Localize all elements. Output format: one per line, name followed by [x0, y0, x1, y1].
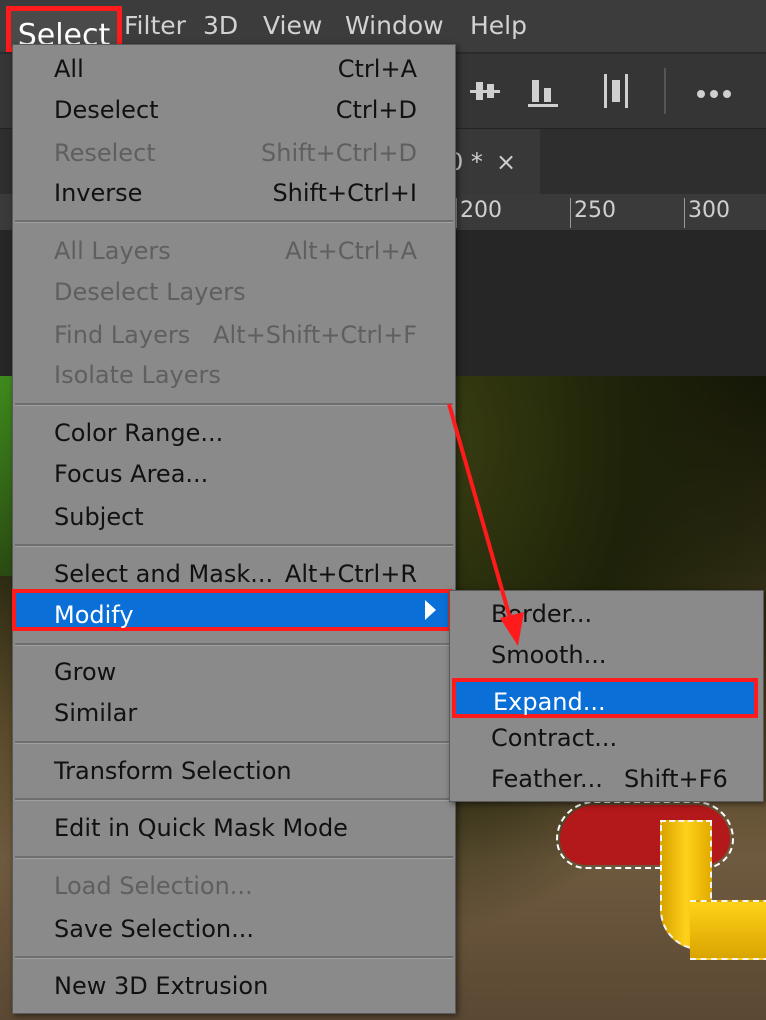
menu-item-shortcut: Alt+Ctrl+R [284, 560, 417, 588]
submenu-item-smooth[interactable]: Smooth... [450, 635, 763, 675]
menu-item-label: Feather... [491, 765, 603, 793]
menu-item-label: New 3D Extrusion [54, 972, 269, 1000]
menu-item-label: Focus Area... [54, 460, 209, 488]
menu-item-find-layers: Find Layers Alt+Shift+Ctrl+F [13, 315, 455, 355]
ruler-tick [684, 198, 685, 228]
ruler-tick [456, 198, 457, 228]
menu-item-save-selection[interactable]: Save Selection... [13, 909, 455, 949]
menu-item-load-selection: Load Selection... [13, 866, 455, 906]
submenu-item-border[interactable]: Border... [450, 594, 763, 634]
menu-item-label: Expand... [493, 688, 606, 716]
menu-item-shortcut: Shift+Ctrl+D [261, 139, 417, 167]
selection-marquee [690, 900, 766, 960]
more-options-icon[interactable] [696, 84, 732, 118]
menu-item-label: Save Selection... [54, 915, 255, 943]
menu-item-label: Find Layers [54, 321, 191, 349]
menu-item-grow[interactable]: Grow [13, 652, 455, 692]
menu-item-label: Smooth... [491, 641, 607, 669]
menu-item-label: Select and Mask... [54, 560, 274, 588]
menu-item-all[interactable]: All Ctrl+A [13, 49, 455, 89]
menu-item-label: Modify [54, 601, 134, 629]
menu-item-shortcut: Shift+Ctrl+I [272, 179, 417, 207]
menu-item-subject[interactable]: Subject [13, 497, 455, 537]
ruler-label: 200 [460, 198, 502, 223]
menu-item-label: All Layers [54, 237, 171, 265]
menu-item-inverse[interactable]: Inverse Shift+Ctrl+I [13, 173, 455, 213]
menu-item-label: Contract... [491, 724, 618, 752]
menu-item-label: Isolate Layers [54, 361, 221, 389]
options-divider [664, 68, 666, 114]
menu-item-label: Reselect [54, 139, 156, 167]
menu-item-shortcut: Shift+F6 [624, 765, 728, 793]
menu-help[interactable]: Help [470, 0, 527, 52]
menu-item-modify[interactable]: Modify [12, 589, 452, 631]
ruler-label: 300 [688, 198, 730, 223]
menu-item-label: Edit in Quick Mask Mode [54, 814, 348, 842]
distribute-icon[interactable] [604, 74, 628, 108]
menu-item-isolate-layers: Isolate Layers [13, 355, 455, 395]
menu-item-deselect[interactable]: Deselect Ctrl+D [13, 90, 455, 130]
modify-submenu: Border... Smooth... Expand... Contract..… [449, 590, 764, 802]
menu-item-label: Deselect [54, 96, 159, 124]
menu-separator [15, 798, 453, 801]
select-menu: All Ctrl+A Deselect Ctrl+D Reselect Shif… [12, 44, 456, 1014]
menu-item-new-3d-extrusion[interactable]: New 3D Extrusion [13, 966, 455, 1006]
submenu-item-contract[interactable]: Contract... [450, 718, 763, 758]
submenu-item-feather[interactable]: Feather... Shift+F6 [450, 759, 763, 799]
menu-item-color-range[interactable]: Color Range... [13, 413, 455, 453]
submenu-arrow-icon [425, 600, 436, 620]
menu-item-label: Subject [54, 503, 144, 531]
menu-item-label: Load Selection... [54, 872, 253, 900]
close-tab-icon[interactable]: × [496, 129, 516, 195]
menu-item-shortcut: Alt+Shift+Ctrl+F [213, 321, 417, 349]
ruler-tick [570, 198, 571, 228]
menu-item-label: Deselect Layers [54, 278, 246, 306]
menu-item-focus-area[interactable]: Focus Area... [13, 454, 455, 494]
menu-item-deselect-layers: Deselect Layers [13, 272, 455, 312]
menu-separator [15, 544, 453, 547]
submenu-item-expand[interactable]: Expand... [452, 678, 758, 718]
align-bottom-edges-icon[interactable] [528, 74, 558, 108]
menu-separator [15, 741, 453, 744]
menu-item-label: Color Range... [54, 419, 224, 447]
menu-item-label: Similar [54, 699, 138, 727]
menu-item-transform-selection[interactable]: Transform Selection [13, 751, 455, 791]
menu-item-reselect: Reselect Shift+Ctrl+D [13, 133, 455, 173]
menu-separator [15, 403, 453, 406]
menu-separator [15, 220, 453, 223]
menu-item-label: Grow [54, 658, 117, 686]
menu-separator [15, 643, 453, 646]
menu-separator [15, 956, 453, 959]
menu-separator [15, 856, 453, 859]
menu-item-shortcut: Ctrl+D [335, 96, 417, 124]
menu-item-similar[interactable]: Similar [13, 693, 455, 733]
align-vertical-centers-icon[interactable] [470, 74, 500, 108]
menu-item-label: Transform Selection [54, 757, 292, 785]
menu-item-quick-mask[interactable]: Edit in Quick Mask Mode [13, 808, 455, 848]
menu-item-label: All [54, 55, 84, 83]
menu-item-all-layers: All Layers Alt+Ctrl+A [13, 231, 455, 271]
menu-item-shortcut: Ctrl+A [337, 55, 417, 83]
menu-item-shortcut: Alt+Ctrl+A [285, 237, 417, 265]
menu-item-select-and-mask[interactable]: Select and Mask... Alt+Ctrl+R [13, 554, 455, 594]
ruler-label: 250 [574, 198, 616, 223]
menu-item-label: Inverse [54, 179, 143, 207]
menu-item-label: Border... [491, 600, 593, 628]
